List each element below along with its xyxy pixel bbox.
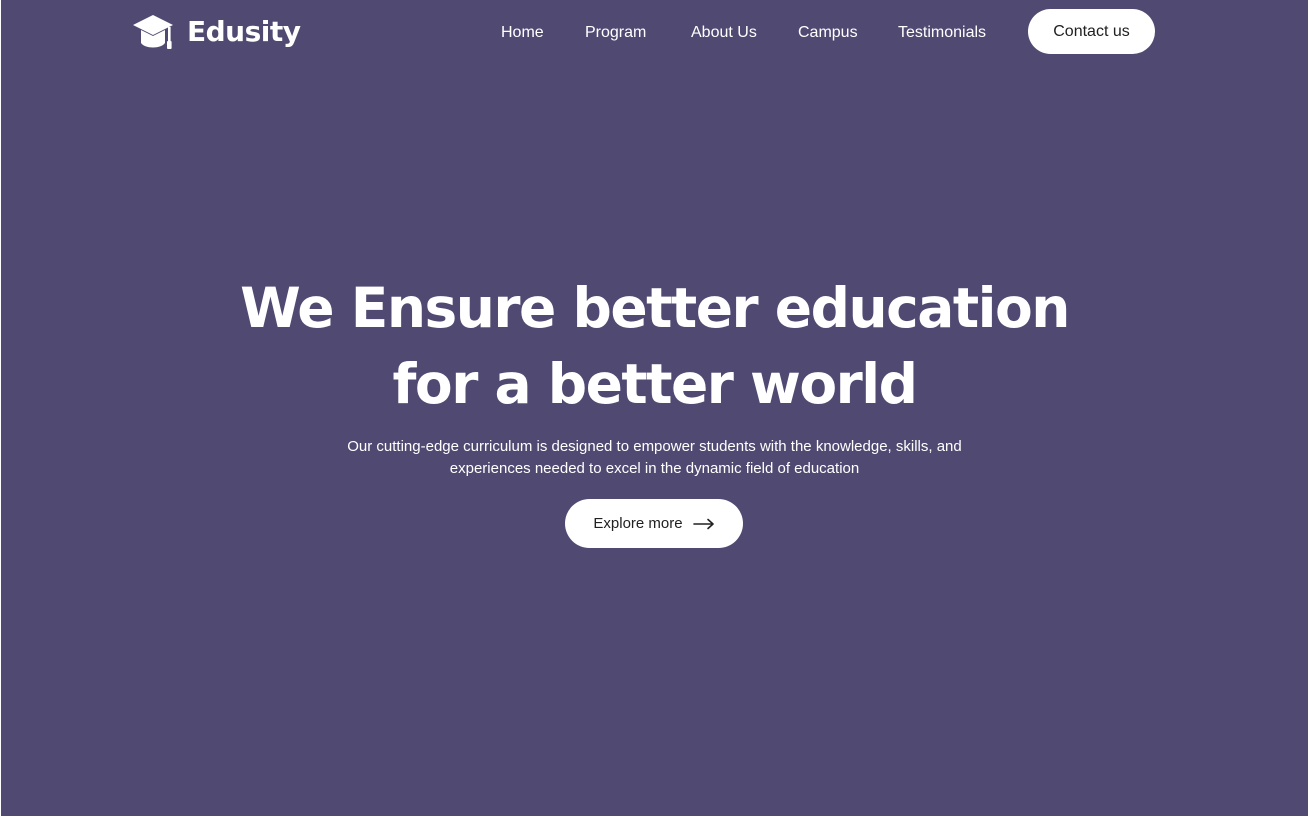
nav-about-us[interactable]: About Us [691,22,757,44]
nav-testimonials[interactable]: Testimonials [898,22,986,44]
hero-title-line-1: We Ensure better education [240,276,1070,340]
hero-description-line-2: experiences needed to excel in the dynam… [449,460,860,477]
logo[interactable]: Edusity [132,12,301,52]
hero-title: We Ensure better education for a better … [1,270,1308,422]
nav-campus[interactable]: Campus [798,22,858,44]
explore-more-label: Explore more [593,514,683,532]
contact-button[interactable]: Contact us [1028,9,1155,54]
explore-more-button[interactable]: Explore more [565,499,743,548]
hero-content: We Ensure better education for a better … [1,270,1308,480]
nav-program[interactable]: Program [585,22,646,44]
hero-description: Our cutting-edge curriculum is designed … [305,436,1005,480]
nav-home[interactable]: Home [501,22,544,44]
arrow-right-icon [692,518,714,529]
graduation-cap-icon [133,15,173,49]
hero-description-line-1: Our cutting-edge curriculum is designed … [347,438,962,455]
navbar: Edusity Home Program About Us Campus Tes… [1,0,1308,64]
hero-title-line-2: for a better world [392,352,918,416]
hero-section: Edusity Home Program About Us Campus Tes… [1,0,1308,816]
brand-name: Edusity [187,15,301,48]
